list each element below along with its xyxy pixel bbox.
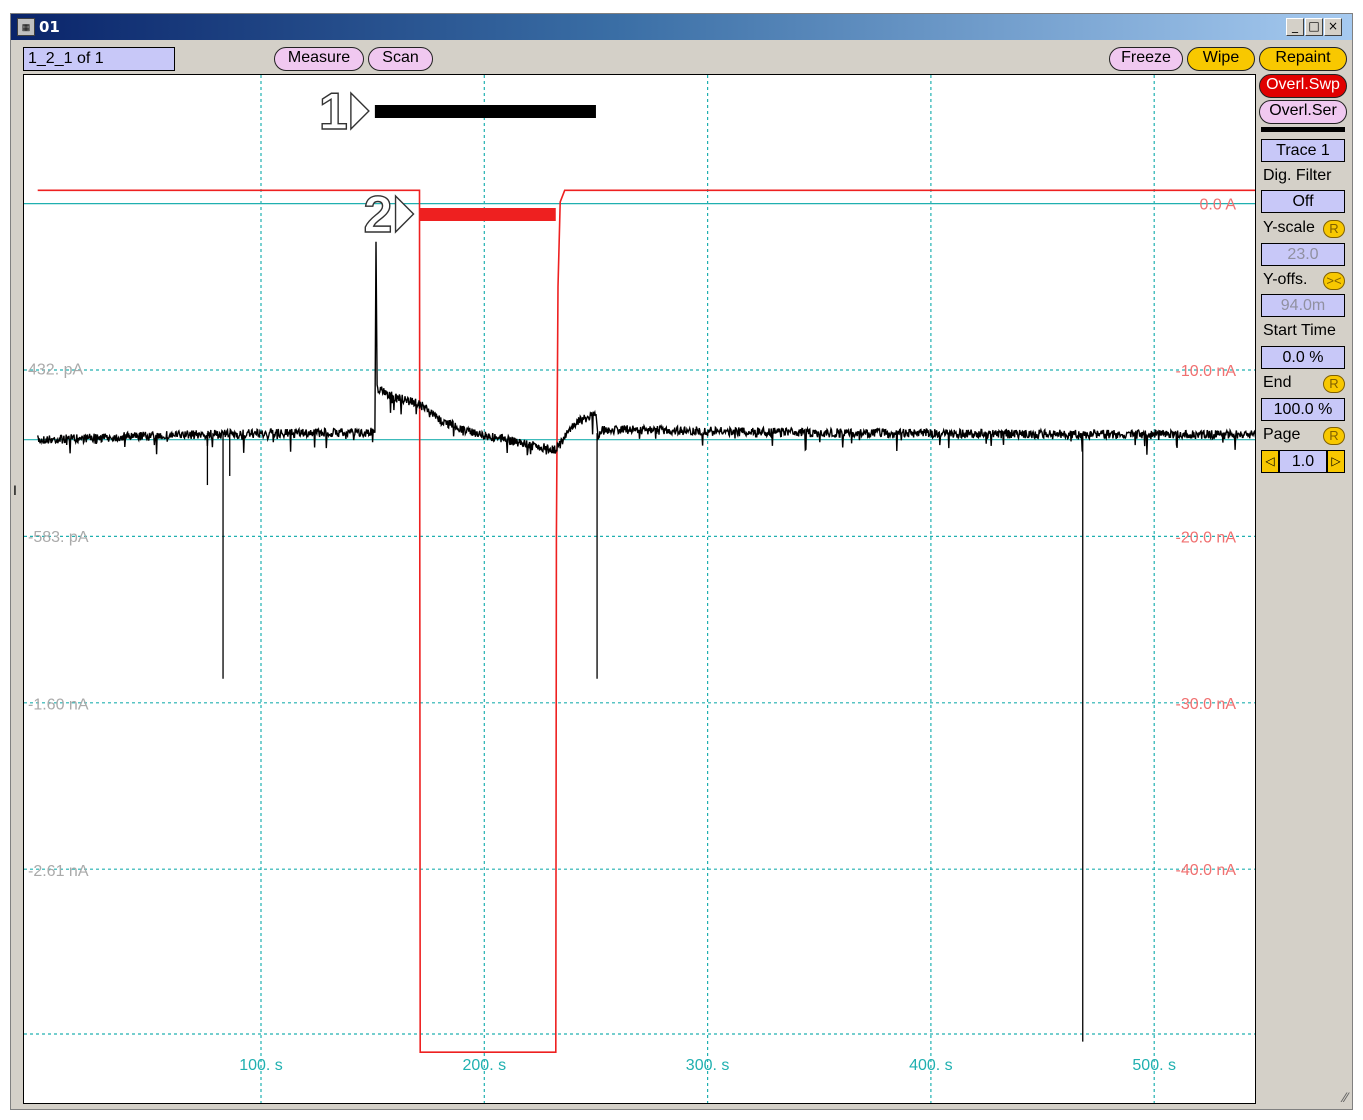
measure-button[interactable]: Measure: [274, 47, 364, 71]
x-tick-label: 400. s: [909, 1057, 953, 1074]
plot-area[interactable]: 100. s 200. s 300. s 400. s 500. s 0.0 A -10.0…: [23, 74, 1256, 1104]
left-tick-label: -2.61 nA: [28, 863, 89, 880]
right-tick-label: -20.0 nA: [1176, 529, 1237, 546]
right-tick-label: -30.0 nA: [1176, 696, 1237, 713]
left-tick-label: -1.60 nA: [28, 697, 89, 714]
trace-selector[interactable]: Trace 1: [1261, 139, 1345, 162]
maximize-button[interactable]: □: [1305, 18, 1323, 36]
y-scale-field[interactable]: 23.0: [1261, 243, 1345, 266]
black-trace: [37, 241, 1255, 456]
start-time-field[interactable]: 0.0 %: [1261, 346, 1345, 369]
overlay-series-button[interactable]: Overl.Ser: [1259, 100, 1347, 124]
start-time-label: Start Time: [1263, 322, 1336, 339]
end-reset-button[interactable]: R: [1323, 375, 1345, 393]
annotation-arrow-icon: [394, 194, 415, 234]
dig-filter-label: Dig. Filter: [1263, 167, 1332, 184]
right-tick-label: 0.0 A: [1200, 197, 1237, 214]
left-edge-marker: I: [13, 482, 17, 498]
app-icon: ▦: [17, 18, 35, 36]
left-tick-label: 432. pA: [28, 361, 83, 378]
scan-button[interactable]: Scan: [368, 47, 433, 71]
window-title: 01: [39, 18, 60, 36]
right-tick-label: -40.0 nA: [1176, 862, 1237, 879]
left-tick-label: -583. pA: [28, 529, 89, 546]
x-tick-label: 500. s: [1132, 1057, 1176, 1074]
annotation-number-2: 2: [364, 186, 393, 244]
page-prev-arrow-icon[interactable]: ◁: [1261, 450, 1279, 473]
page-next-arrow-icon[interactable]: ▷: [1327, 450, 1345, 473]
y-scale-label: Y-scale: [1263, 219, 1315, 236]
repaint-button[interactable]: Repaint: [1259, 47, 1347, 71]
scope-window: ▦ 01 _ □ × 1_2_1 of 1 Measure Scan Freez…: [10, 13, 1353, 1110]
x-tick-label: 300. s: [686, 1057, 730, 1074]
page-reset-button[interactable]: R: [1323, 427, 1345, 445]
wipe-button[interactable]: Wipe: [1187, 47, 1255, 71]
page-field[interactable]: 1.0: [1279, 450, 1327, 473]
annotation-bar-1: [374, 105, 596, 118]
annotation-bar-2: [419, 208, 556, 221]
y-offs-label: Y-offs.: [1263, 271, 1308, 288]
axis-labels: 100. s 200. s 300. s 400. s 500. s 0.0 A -10.0…: [28, 197, 1236, 1074]
annotation-arrow-icon: [350, 91, 370, 131]
title-bar[interactable]: ▦ 01 _ □ ×: [11, 14, 1352, 40]
grid-lines: [24, 75, 1255, 1103]
trace-chart: 100. s 200. s 300. s 400. s 500. s 0.0 A -10.0…: [24, 75, 1255, 1103]
x-tick-label: 200. s: [463, 1057, 507, 1074]
right-tick-label: -10.0 nA: [1176, 363, 1237, 380]
minimize-button[interactable]: _: [1286, 18, 1304, 36]
x-tick-label: 100. s: [239, 1057, 283, 1074]
y-offs-field[interactable]: 94.0m: [1261, 294, 1345, 317]
page-label: Page: [1263, 426, 1301, 443]
y-offs-center-button[interactable]: ><: [1323, 272, 1345, 290]
series-group: [37, 189, 1255, 1053]
annotations: 12: [318, 82, 596, 245]
freeze-button[interactable]: Freeze: [1109, 47, 1183, 71]
red-trace: [37, 189, 1255, 1053]
trace-color-bar: [1261, 127, 1345, 132]
end-field[interactable]: 100.0 %: [1261, 398, 1345, 421]
dig-filter-field[interactable]: Off: [1261, 190, 1345, 213]
close-button[interactable]: ×: [1324, 18, 1342, 36]
overlay-sweep-button[interactable]: Overl.Swp: [1259, 74, 1347, 98]
annotation-number-1: 1: [319, 83, 348, 141]
end-label: End: [1263, 374, 1292, 391]
y-scale-reset-button[interactable]: R: [1323, 220, 1345, 238]
sweep-label[interactable]: 1_2_1 of 1: [23, 47, 175, 71]
resize-grip-icon[interactable]: ⁄⁄: [1343, 1089, 1348, 1105]
